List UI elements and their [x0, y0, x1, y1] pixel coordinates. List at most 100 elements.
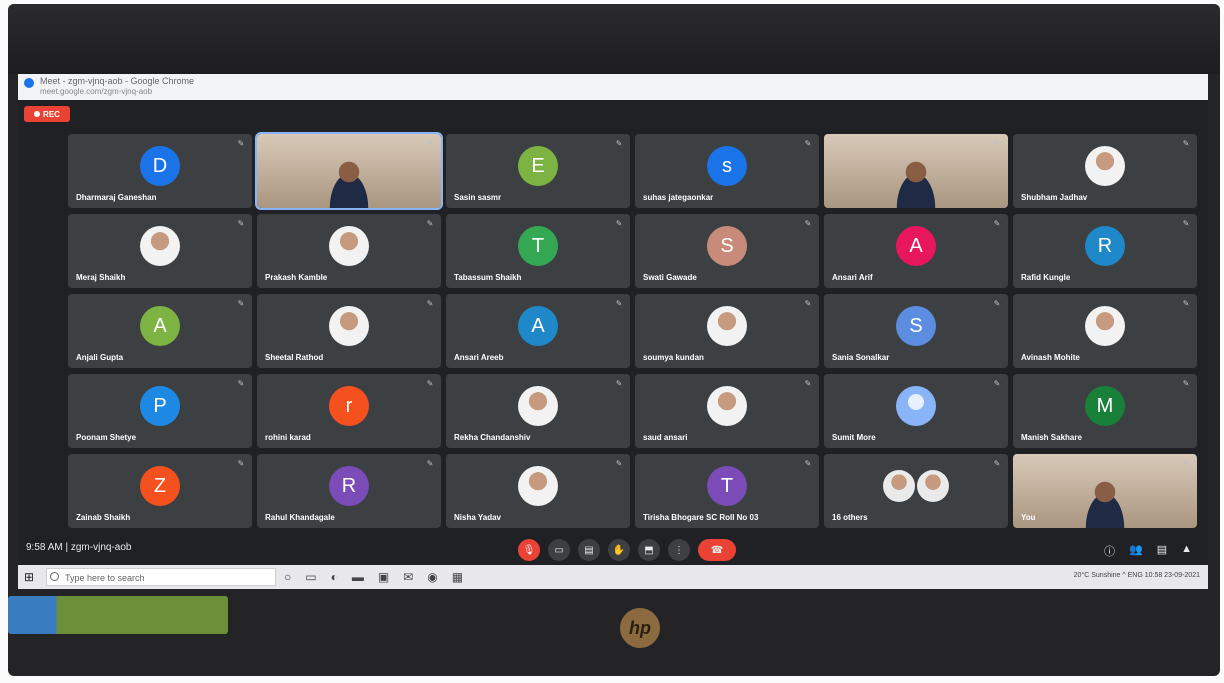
- mail-icon[interactable]: ✉: [403, 570, 413, 584]
- mic-muted-icon: ✎: [426, 459, 434, 468]
- participant-tile[interactable]: S ✎ Sania Sonalkar: [824, 294, 1008, 368]
- participant-name: Dharmaraj Ganeshan: [76, 193, 157, 202]
- activities-button[interactable]: ▲: [1181, 543, 1192, 559]
- participant-tile[interactable]: ✎ Sheetal Rathod: [257, 294, 441, 368]
- folder-icon[interactable]: ▬: [352, 570, 364, 584]
- participant-tile[interactable]: ✎ Avinash Mohite: [1013, 294, 1197, 368]
- participant-name: Avinash Mohite: [1021, 353, 1080, 362]
- participant-tile[interactable]: Z ✎ Zainab Shaikh: [68, 454, 252, 528]
- participant-video: [1077, 478, 1133, 528]
- participant-name: suhas jategaonkar: [643, 193, 714, 202]
- file-explorer-icon[interactable]: ▭: [305, 570, 316, 584]
- participant-name: Rafid Kungle: [1021, 273, 1071, 282]
- participant-name: Prakash Kamble: [265, 273, 328, 282]
- browser-address[interactable]: meet.google.com/zgm-vjnq-aob: [40, 87, 152, 96]
- participant-avatar: [896, 386, 936, 426]
- participant-avatar: R: [329, 466, 369, 506]
- mic-muted-icon: ✎: [426, 299, 434, 308]
- participant-avatar: [518, 466, 558, 506]
- participant-tile[interactable]: ✎ soumya kundan: [635, 294, 819, 368]
- system-tray[interactable]: 20°C Sunshine ^ ENG 10:58 23-09-2021: [1074, 572, 1200, 579]
- participant-tile[interactable]: ✎ saud ansari: [635, 374, 819, 448]
- leave-call-button[interactable]: ☎: [698, 539, 736, 561]
- participant-tile[interactable]: ✎ Rekha Chandanshiv: [446, 374, 630, 448]
- participant-tile[interactable]: ✎ Sumit More: [824, 374, 1008, 448]
- meet-call-window: REC D ✎ Dharmaraj Ganeshan ✎ E ✎ Sasin sasmr s ✎…: [18, 100, 1208, 565]
- participant-avatar: r: [329, 386, 369, 426]
- participant-tile[interactable]: A ✎ Ansari Arif: [824, 214, 1008, 288]
- participant-tile[interactable]: ✎ Meraj Shaikh: [68, 214, 252, 288]
- mic-off-button[interactable]: 🎙: [518, 539, 540, 561]
- more-options-button[interactable]: ⋮: [668, 539, 690, 561]
- participant-tile[interactable]: S ✎ Swati Gawade: [635, 214, 819, 288]
- search-icon: [50, 572, 59, 581]
- windows-start-icon[interactable]: ⊞: [24, 570, 34, 584]
- edge-icon[interactable]: ◐: [331, 570, 338, 584]
- participant-tile[interactable]: r ✎ rohini karad: [257, 374, 441, 448]
- mic-muted-icon: ✎: [237, 299, 245, 308]
- participant-tile[interactable]: A ✎ Ansari Areeb: [446, 294, 630, 368]
- participant-name: Nisha Yadav: [454, 513, 501, 522]
- mic-muted-icon: ✎: [615, 459, 623, 468]
- participant-tile[interactable]: D ✎ Dharmaraj Ganeshan: [68, 134, 252, 208]
- participant-tile[interactable]: ✎ You: [1013, 454, 1197, 528]
- mic-muted-icon: ✎: [804, 459, 812, 468]
- participant-tile[interactable]: P ✎ Poonam Shetye: [68, 374, 252, 448]
- participant-name: 16 others: [832, 513, 868, 522]
- camera-button[interactable]: ▭: [548, 539, 570, 561]
- app-icon[interactable]: ▦: [452, 570, 463, 584]
- task-view-icon[interactable]: ○: [284, 570, 291, 584]
- participant-tile[interactable]: ✎ 16 others: [824, 454, 1008, 528]
- participant-tile[interactable]: ✎: [824, 134, 1008, 208]
- store-icon[interactable]: ▣: [378, 570, 389, 584]
- participant-avatar: S: [896, 306, 936, 346]
- laptop-bezel: [8, 4, 1220, 74]
- participant-tile[interactable]: R ✎ Rafid Kungle: [1013, 214, 1197, 288]
- participant-name: Shubham Jadhav: [1021, 193, 1088, 202]
- participant-avatar: [329, 306, 369, 346]
- participant-tile[interactable]: M ✎ Manish Sakhare: [1013, 374, 1197, 448]
- participant-name: You: [1021, 513, 1036, 522]
- participant-tile[interactable]: E ✎ Sasin sasmr: [446, 134, 630, 208]
- participant-tile[interactable]: s ✎ suhas jategaonkar: [635, 134, 819, 208]
- participant-avatar: [707, 386, 747, 426]
- participant-name: Ansari Areeb: [454, 353, 504, 362]
- participant-avatar: T: [518, 226, 558, 266]
- participant-tile[interactable]: ✎ Prakash Kamble: [257, 214, 441, 288]
- chat-button[interactable]: ▤: [1157, 543, 1167, 559]
- chrome-icon[interactable]: ◉: [427, 570, 437, 584]
- meet-favicon-icon: [24, 78, 34, 88]
- participant-avatar: P: [140, 386, 180, 426]
- taskbar-search-input[interactable]: Type here to search: [46, 568, 276, 586]
- info-icon: ⓘ: [1104, 546, 1115, 558]
- participant-tile[interactable]: R ✎ Rahul Khandagale: [257, 454, 441, 528]
- participant-name: Tirisha Bhogare SC Roll No 03: [643, 513, 759, 522]
- participant-tile[interactable]: A ✎ Anjali Gupta: [68, 294, 252, 368]
- mic-muted-icon: ✎: [804, 379, 812, 388]
- captions-button[interactable]: ▤: [578, 539, 600, 561]
- participant-name: Rekha Chandanshiv: [454, 433, 531, 442]
- participant-avatar: [140, 226, 180, 266]
- people-button[interactable]: 👥: [1129, 543, 1143, 559]
- present-button[interactable]: ⬒: [638, 539, 660, 561]
- mic-muted-icon: ✎: [993, 299, 1001, 308]
- participant-name: Sania Sonalkar: [832, 353, 890, 362]
- participant-tile[interactable]: T ✎ Tirisha Bhogare SC Roll No 03: [635, 454, 819, 528]
- raise-hand-button[interactable]: ✋: [608, 539, 630, 561]
- participant-grid: D ✎ Dharmaraj Ganeshan ✎ E ✎ Sasin sasmr s ✎ suha…: [68, 132, 1198, 534]
- camera-icon: ▭: [554, 544, 564, 556]
- participant-name: Sheetal Rathod: [265, 353, 324, 362]
- participant-tile[interactable]: ✎ Nisha Yadav: [446, 454, 630, 528]
- participant-video: [888, 158, 944, 208]
- participant-avatar: M: [1085, 386, 1125, 426]
- participant-avatar: Z: [140, 466, 180, 506]
- mic-muted-icon: ✎: [1182, 299, 1190, 308]
- meeting-details-button[interactable]: ⓘ: [1104, 543, 1115, 559]
- participant-tile[interactable]: T ✎ Tabassum Shaikh: [446, 214, 630, 288]
- participant-avatar: [707, 306, 747, 346]
- participant-tile[interactable]: ✎ Shubham Jadhav: [1013, 134, 1197, 208]
- participant-avatar: [881, 466, 951, 506]
- browser-window-title: Meet - zgm-vjnq-aob - Google Chrome: [40, 76, 195, 86]
- mic-muted-icon: ✎: [426, 139, 434, 148]
- participant-tile[interactable]: ✎: [255, 132, 443, 210]
